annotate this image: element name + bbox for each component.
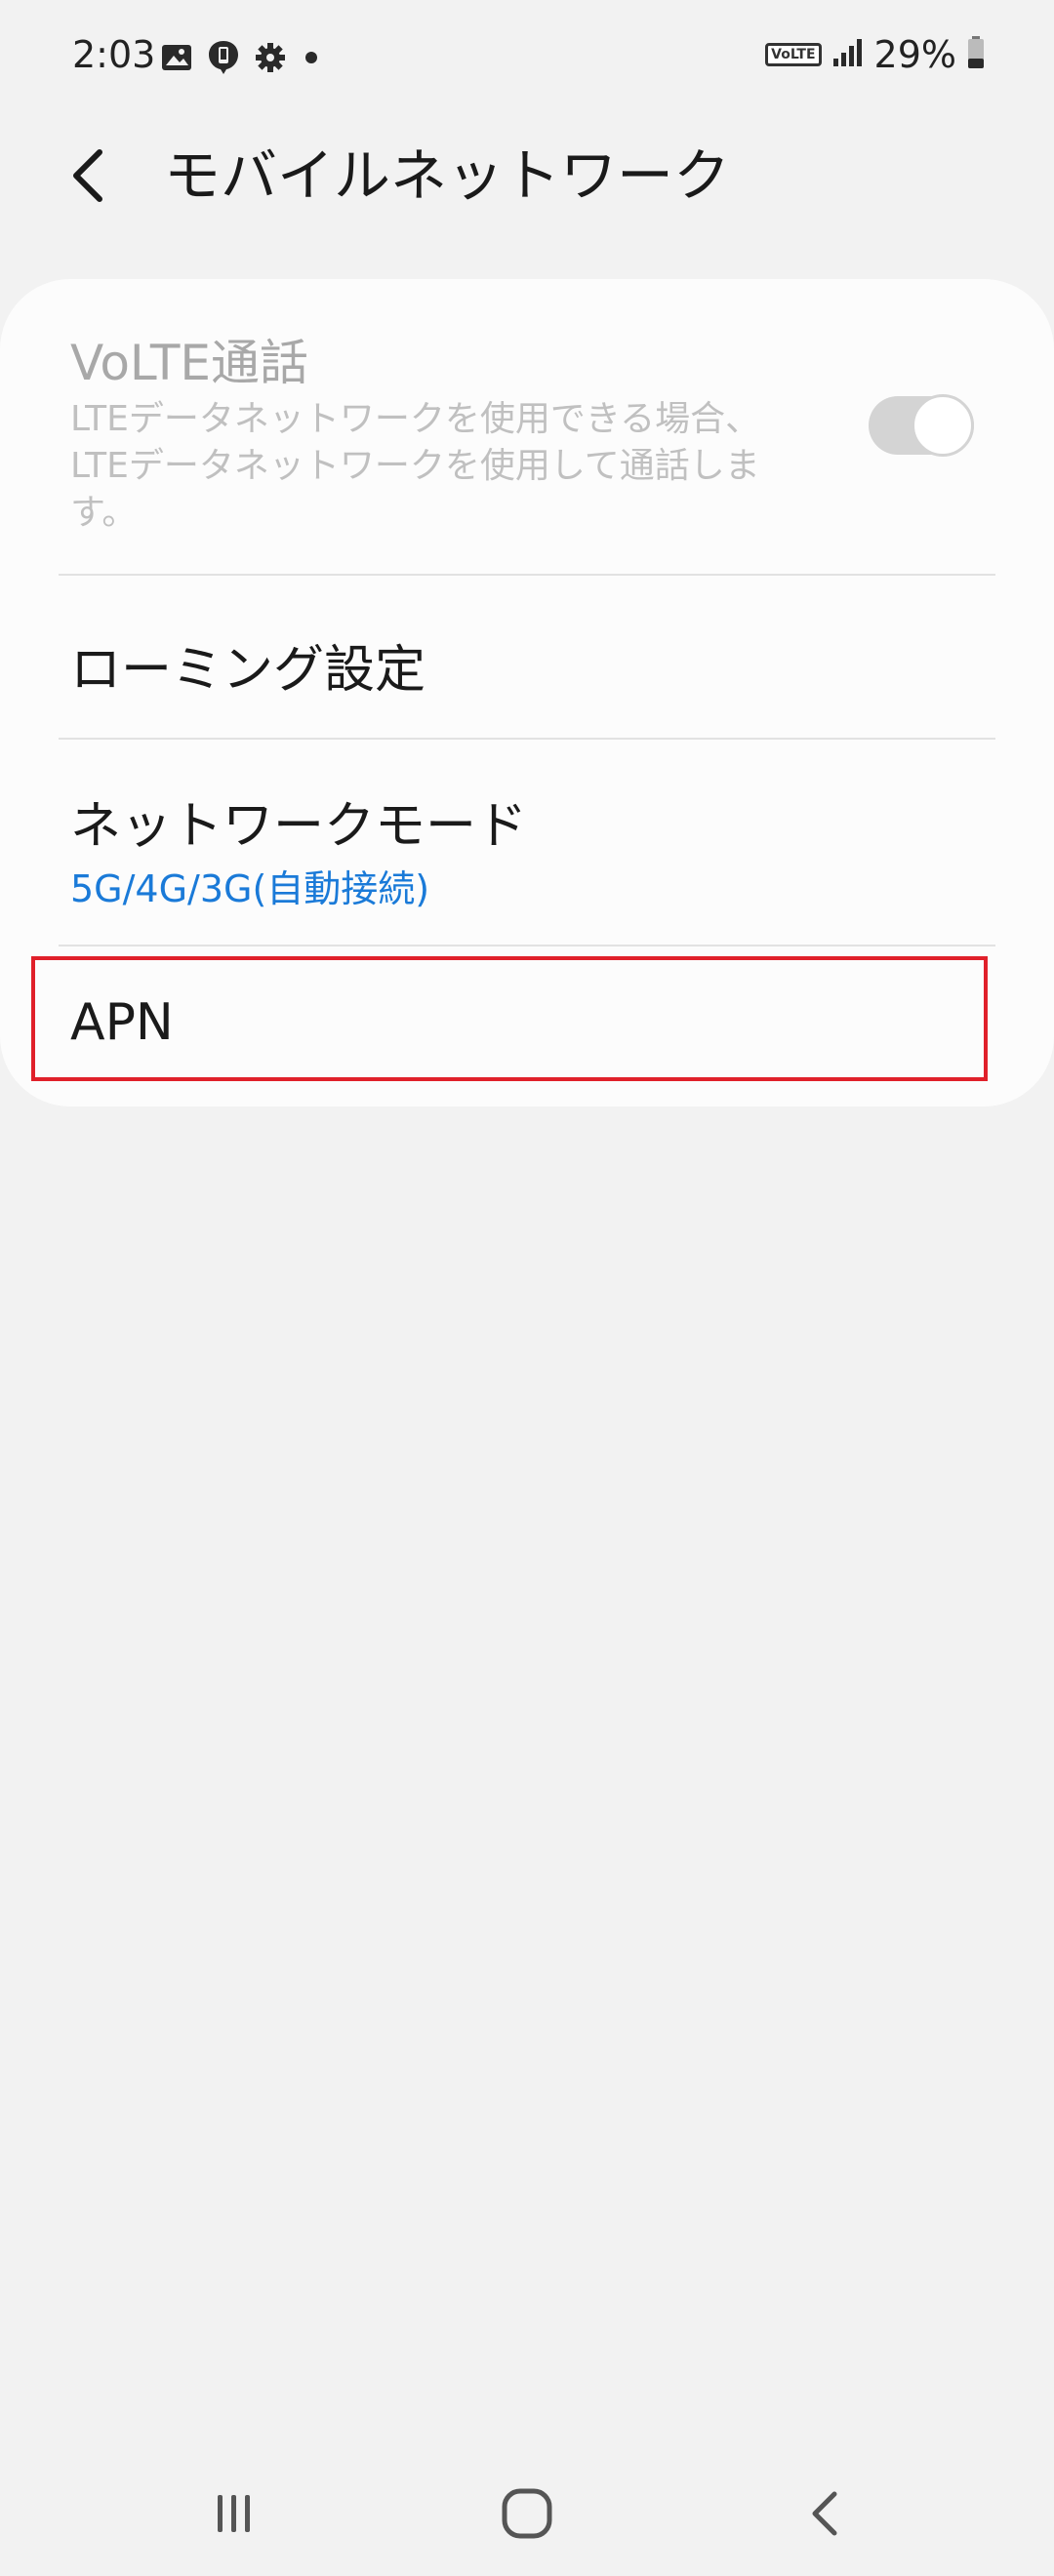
gear-icon: [254, 41, 287, 78]
toggle-knob: [912, 394, 974, 457]
setting-network-mode[interactable]: ネットワークモード 5G/4G/3G(自動接続): [0, 740, 1054, 945]
recents-icon: [218, 2495, 250, 2532]
back-icon: [812, 2491, 837, 2536]
status-time: 2:03: [72, 33, 156, 76]
dot-icon: [301, 47, 322, 72]
signal-icon: [831, 37, 865, 72]
nav-bar: [0, 2439, 1054, 2576]
page-title: モバイルネットワーク: [164, 142, 731, 209]
divider: [59, 945, 995, 946]
nav-back-button[interactable]: [787, 2482, 865, 2545]
battery-icon: [966, 35, 986, 74]
status-bar: 2:03 VoLTE 29%: [0, 0, 1054, 115]
apn-highlight-box: [31, 956, 988, 1081]
setting-volte-description: LTEデータネットワークを使用できる場合、LTEデータネットワークを使用して通話…: [70, 399, 761, 533]
chevron-left-icon: [73, 149, 102, 202]
status-right: VoLTE 29%: [765, 33, 986, 76]
back-button[interactable]: [61, 137, 119, 215]
battery-percent: 29%: [873, 33, 956, 76]
setting-roaming[interactable]: ローミング設定: [0, 576, 1054, 738]
recents-button[interactable]: [195, 2482, 273, 2545]
message-icon: [207, 39, 240, 80]
setting-volte-title: VoLTE通話: [70, 335, 309, 391]
notification-icons: [160, 39, 322, 80]
volte-toggle: [869, 394, 974, 457]
setting-network-mode-value: 5G/4G/3G(自動接続): [70, 867, 430, 910]
volte-badge: VoLTE: [765, 43, 822, 66]
home-icon: [502, 2488, 552, 2539]
home-button[interactable]: [488, 2482, 566, 2545]
setting-network-mode-label: ネットワークモード: [70, 797, 528, 856]
setting-roaming-label: ローミング設定: [70, 641, 426, 700]
image-icon: [160, 43, 193, 76]
setting-volte: VoLTE通話 LTEデータネットワークを使用できる場合、LTEデータネットワー…: [0, 279, 1054, 574]
